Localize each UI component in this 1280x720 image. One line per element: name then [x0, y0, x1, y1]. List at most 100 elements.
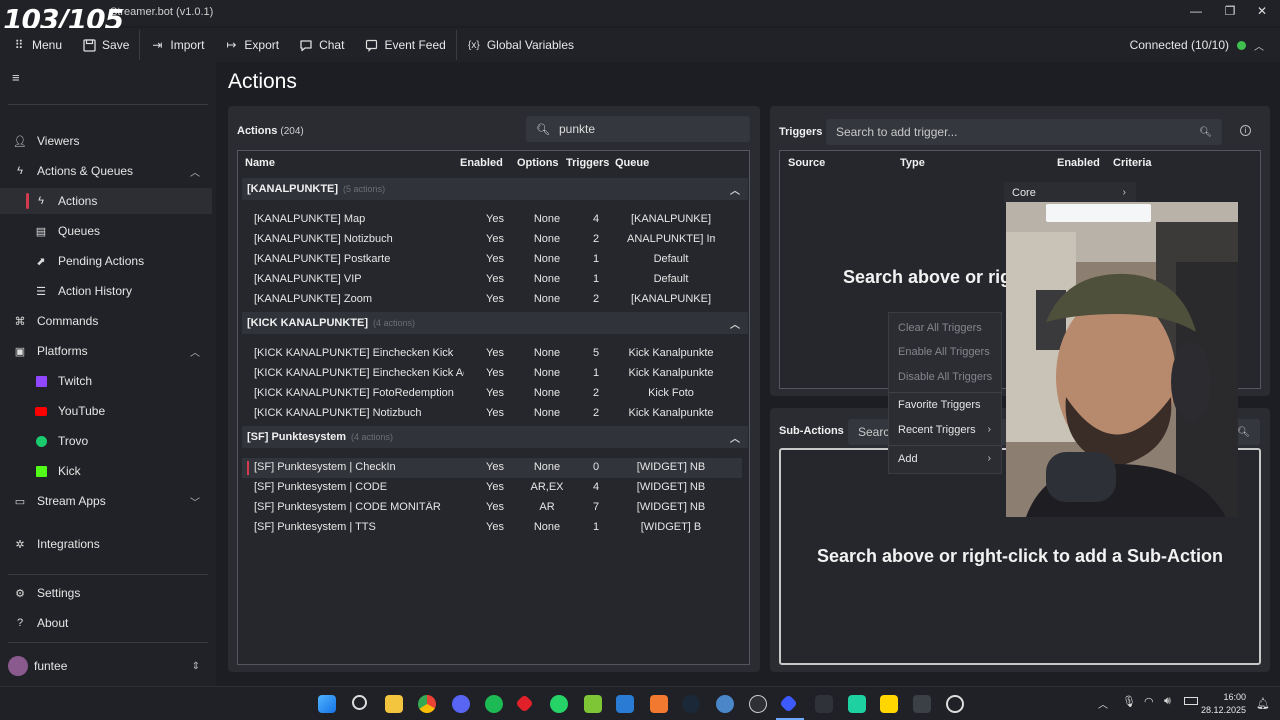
- action-queue: Kick Kanalpunkte: [628, 367, 714, 379]
- close-button[interactable]: ✕: [1252, 4, 1272, 20]
- sidebar-item-youtube[interactable]: YouTube: [0, 398, 212, 424]
- app-green-icon[interactable]: [584, 695, 602, 713]
- app-audio-icon[interactable]: [815, 695, 833, 713]
- action-row[interactable]: [KANALPUNKTE] VIP Yes None 1 Default: [242, 270, 742, 290]
- minimize-button[interactable]: —: [1186, 4, 1206, 20]
- obs-icon[interactable]: [749, 695, 767, 713]
- microphone-icon[interactable]: 🎙︎: [1122, 695, 1136, 708]
- enable-all-triggers-item[interactable]: Enable All Triggers: [898, 346, 990, 358]
- action-row[interactable]: [KICK KANALPUNKTE] Notizbuch Yes None 2 Kick…: [242, 404, 742, 424]
- col-source[interactable]: Source: [788, 157, 825, 169]
- clock[interactable]: 16:00 28.12.2025: [1201, 691, 1246, 717]
- sidebar-item-integrations[interactable]: ✲ Integrations: [0, 531, 212, 557]
- trigger-search-input[interactable]: Search to add trigger... 🔍︎: [826, 119, 1222, 145]
- group-name: [SF] Punktesystem: [247, 431, 347, 443]
- actions-search-input[interactable]: 🔍︎ punkte: [526, 116, 750, 142]
- action-row[interactable]: [SF] Punktesystem | CODE Yes AR,EX 4 [WIDGET…: [242, 478, 742, 498]
- sidebar-item-about[interactable]: ? About: [0, 610, 212, 636]
- action-row[interactable]: [KANALPUNKTE] Notizbuch Yes None 2 ANALPUNKT…: [242, 230, 742, 250]
- action-group-header[interactable]: [SF] Punktesystem (4 actions) ︿: [242, 426, 748, 448]
- sidebar-item-platforms[interactable]: ▣ Platforms ︿: [0, 338, 212, 364]
- app-blue-icon[interactable]: [716, 695, 734, 713]
- sidebar-item-pending-actions[interactable]: ⬈ Pending Actions: [0, 248, 212, 274]
- info-icon[interactable]: i: [1240, 125, 1251, 136]
- davinci-icon[interactable]: [913, 695, 931, 713]
- spotify-icon[interactable]: [485, 695, 503, 713]
- col-triggers[interactable]: Triggers: [566, 157, 609, 169]
- col-queue[interactable]: Queue: [615, 157, 649, 169]
- sidebar-item-trovo[interactable]: Trovo: [0, 428, 212, 454]
- action-row[interactable]: [KANALPUNKTE] Map Yes None 4 [KANALPUNKE]: [242, 210, 742, 230]
- action-row[interactable]: [SF] Punktesystem | TTS Yes None 1 [WIDGET] …: [242, 518, 742, 538]
- collapse-chevron-icon[interactable]: ︿: [730, 182, 740, 197]
- col-enabled[interactable]: Enabled: [460, 157, 503, 169]
- action-row[interactable]: [SF] Punktesystem | CheckIn Yes None 0 [WIDG…: [242, 458, 742, 478]
- col-type[interactable]: Type: [900, 157, 925, 169]
- favorite-triggers-item[interactable]: Favorite Triggers: [898, 399, 981, 411]
- import-button[interactable]: ⇥ Import: [140, 28, 214, 62]
- chrome-icon[interactable]: [418, 695, 436, 713]
- add-trigger-item[interactable]: Add: [898, 453, 918, 465]
- maximize-button[interactable]: ❐: [1220, 4, 1240, 20]
- disable-all-triggers-item[interactable]: Disable All Triggers: [898, 371, 992, 383]
- sidebar-item-viewers[interactable]: 👤︎ Viewers: [0, 128, 212, 154]
- action-group-header[interactable]: [KANALPUNKTE] (5 actions) ︿: [242, 178, 748, 200]
- chatgpt-icon[interactable]: [946, 695, 964, 713]
- vscode-icon[interactable]: [616, 695, 634, 713]
- sidebar-item-action-history[interactable]: ☰ Action History: [0, 278, 212, 304]
- wifi-icon[interactable]: ◠: [1144, 695, 1154, 708]
- collapse-chevron-icon[interactable]: ︿: [730, 430, 740, 445]
- sidebar-item-kick[interactable]: Kick: [0, 458, 212, 484]
- clear-all-triggers-item[interactable]: Clear All Triggers: [898, 322, 982, 334]
- sidebar-item-actions[interactable]: ϟ Actions: [0, 188, 212, 214]
- action-row[interactable]: [KICK KANALPUNKTE] Einchecken Kick Yes Non…: [242, 344, 742, 364]
- chat-button[interactable]: Chat: [289, 28, 354, 62]
- action-options: None: [533, 347, 561, 359]
- tray-chevron-up-icon[interactable]: ︿: [1098, 696, 1108, 711]
- collapse-chevron-icon[interactable]: ︿: [730, 316, 740, 331]
- action-group-header[interactable]: [KICK KANALPUNKTE] (4 actions) ︿: [242, 312, 748, 334]
- action-row[interactable]: [KICK KANALPUNKTE] FotoRedemption Yes None…: [242, 384, 742, 404]
- hamburger-icon[interactable]: ≡: [12, 70, 20, 85]
- action-row[interactable]: [KANALPUNKTE] Zoom Yes None 2 [KANALPUNKE]: [242, 290, 742, 310]
- recent-triggers-item[interactable]: Recent Triggers: [898, 424, 976, 436]
- export-button[interactable]: ↦ Export: [214, 28, 289, 62]
- file-explorer-icon[interactable]: [385, 695, 403, 713]
- notification-bell-icon[interactable]: 🔔︎: [1256, 697, 1270, 710]
- save-button[interactable]: Save: [72, 28, 139, 62]
- volume-icon[interactable]: 🔊︎: [1164, 695, 1171, 708]
- search-icon[interactable]: [352, 695, 367, 710]
- sidebar-item-twitch[interactable]: Twitch: [0, 368, 212, 394]
- user-menu[interactable]: funtee ⇕: [0, 653, 212, 679]
- global-variables-button[interactable]: {x} Global Variables: [457, 28, 584, 62]
- action-row[interactable]: [KICK KANALPUNKTE] Einchecken Kick Add Ye…: [242, 364, 742, 384]
- col-name[interactable]: Name: [245, 157, 275, 169]
- action-row[interactable]: [KANALPUNKTE] Postkarte Yes None 1 Default: [242, 250, 742, 270]
- sidebar-item-stream-apps[interactable]: ▭ Stream Apps ﹀: [0, 488, 212, 514]
- menu-button[interactable]: ⠿ Menu: [0, 28, 72, 62]
- sticky-notes-icon[interactable]: [880, 695, 898, 713]
- action-name: [KICK KANALPUNKTE] Notizbuch: [254, 407, 422, 419]
- steam-icon[interactable]: [682, 695, 700, 713]
- sidebar-item-actions-queues[interactable]: ϟ Actions & Queues ︿: [0, 158, 212, 184]
- col-options[interactable]: Options: [517, 157, 559, 169]
- windows-start-icon[interactable]: [318, 695, 336, 713]
- discord-icon[interactable]: [452, 695, 470, 713]
- sidebar-item-settings[interactable]: ⚙ Settings: [0, 580, 212, 606]
- sidebar-item-label: Queues: [58, 224, 101, 238]
- sidebar-item-commands[interactable]: ⌘ Commands: [0, 308, 212, 334]
- app-teal-icon[interactable]: [848, 695, 866, 713]
- sidebar-item-queues[interactable]: ▤ Queues: [0, 218, 212, 244]
- connection-status[interactable]: Connected (10/10) ︿: [1130, 28, 1264, 62]
- event-feed-button[interactable]: Event Feed: [354, 28, 455, 62]
- app-red-icon[interactable]: [515, 694, 534, 713]
- whatsapp-icon[interactable]: [550, 695, 568, 713]
- col-enabled[interactable]: Enabled: [1057, 157, 1100, 169]
- col-criteria[interactable]: Criteria: [1113, 157, 1152, 169]
- action-enabled: Yes: [486, 481, 504, 493]
- app-orange-icon[interactable]: [650, 695, 668, 713]
- core-menu-item[interactable]: Core ›: [1004, 182, 1136, 204]
- streamerbot-icon[interactable]: [779, 694, 798, 713]
- battery-icon[interactable]: [1184, 697, 1198, 705]
- action-row[interactable]: [SF] Punktesystem | CODE MONITÄR Yes AR 7 [W…: [242, 498, 742, 518]
